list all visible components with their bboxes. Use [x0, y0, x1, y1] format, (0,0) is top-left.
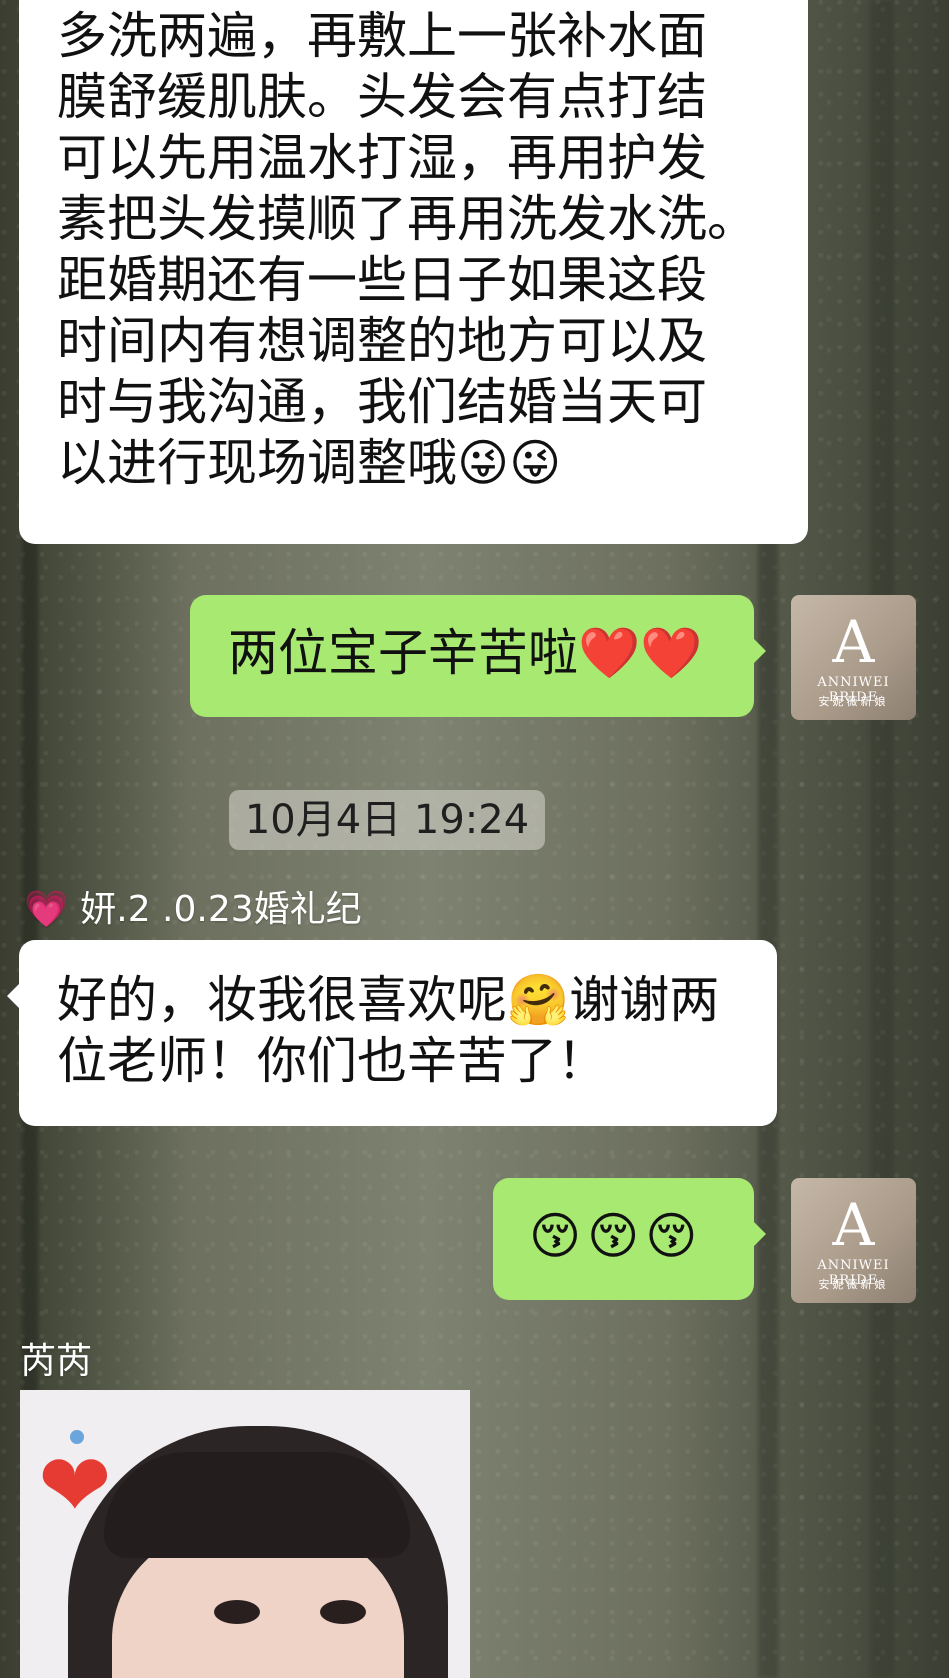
sender-avatar[interactable]: A ANNIWEI BRIDE 安妮薇新娘: [791, 1178, 916, 1303]
sender-name: 芮芮: [20, 1341, 93, 1382]
glass-streak: [870, 0, 894, 1678]
message-line: 好的，妆我很喜欢呢🤗谢谢两: [57, 971, 720, 1029]
brand-name-cn: 安妮薇新娘: [818, 1278, 889, 1291]
message-line: 距婚期还有一些日子如果这段: [57, 251, 707, 309]
photo-eye: [320, 1600, 366, 1624]
image-message[interactable]: ❤: [20, 1390, 470, 1678]
message-line: 可以先用温水打湿，再用护发: [57, 129, 707, 187]
message-text: 😚😚😚: [529, 1207, 704, 1265]
photo-eye: [214, 1600, 260, 1624]
sender-name: 💗 妍.2 .0.23婚礼纪: [24, 889, 362, 930]
brand-name-cn: 安妮薇新娘: [818, 695, 889, 708]
chat-timestamp: 10月4日 19:24: [229, 790, 545, 850]
message-line: 时间内有想调整的地方可以及: [57, 312, 707, 370]
sparkle-icon: [70, 1430, 84, 1444]
brand-logo-icon: A: [832, 1191, 875, 1259]
brand-logo-icon: A: [832, 608, 875, 676]
message-line: 多洗两遍，再敷上一张补水面: [57, 7, 707, 65]
outgoing-message-bubble[interactable]: 两位宝子辛苦啦❤️❤️: [190, 595, 766, 717]
incoming-message-bubble[interactable]: 多洗两遍，再敷上一张补水面 膜舒缓肌肤。头发会有点打结 可以先用温水打湿，再用护…: [19, 0, 808, 544]
message-line: 时与我沟通，我们结婚当天可: [57, 373, 707, 431]
message-line: 以进行现场调整哦😜😜: [57, 434, 562, 492]
message-line: 膜舒缓肌肤。头发会有点打结: [57, 68, 707, 126]
message-text: 两位宝子辛苦啦❤️❤️: [228, 624, 703, 682]
sender-avatar[interactable]: A ANNIWEI BRIDE 安妮薇新娘: [791, 595, 916, 720]
message-line: 素把头发摸顺了再用洗发水洗。: [57, 190, 757, 248]
outgoing-message-bubble[interactable]: 😚😚😚: [493, 1178, 766, 1300]
photo-bangs: [104, 1452, 410, 1558]
heart-sticker-icon: ❤: [38, 1434, 112, 1537]
incoming-message-bubble[interactable]: 好的，妆我很喜欢呢🤗谢谢两 位老师！你们也辛苦了！: [7, 940, 777, 1126]
message-line: 位老师！你们也辛苦了！: [57, 1032, 607, 1090]
